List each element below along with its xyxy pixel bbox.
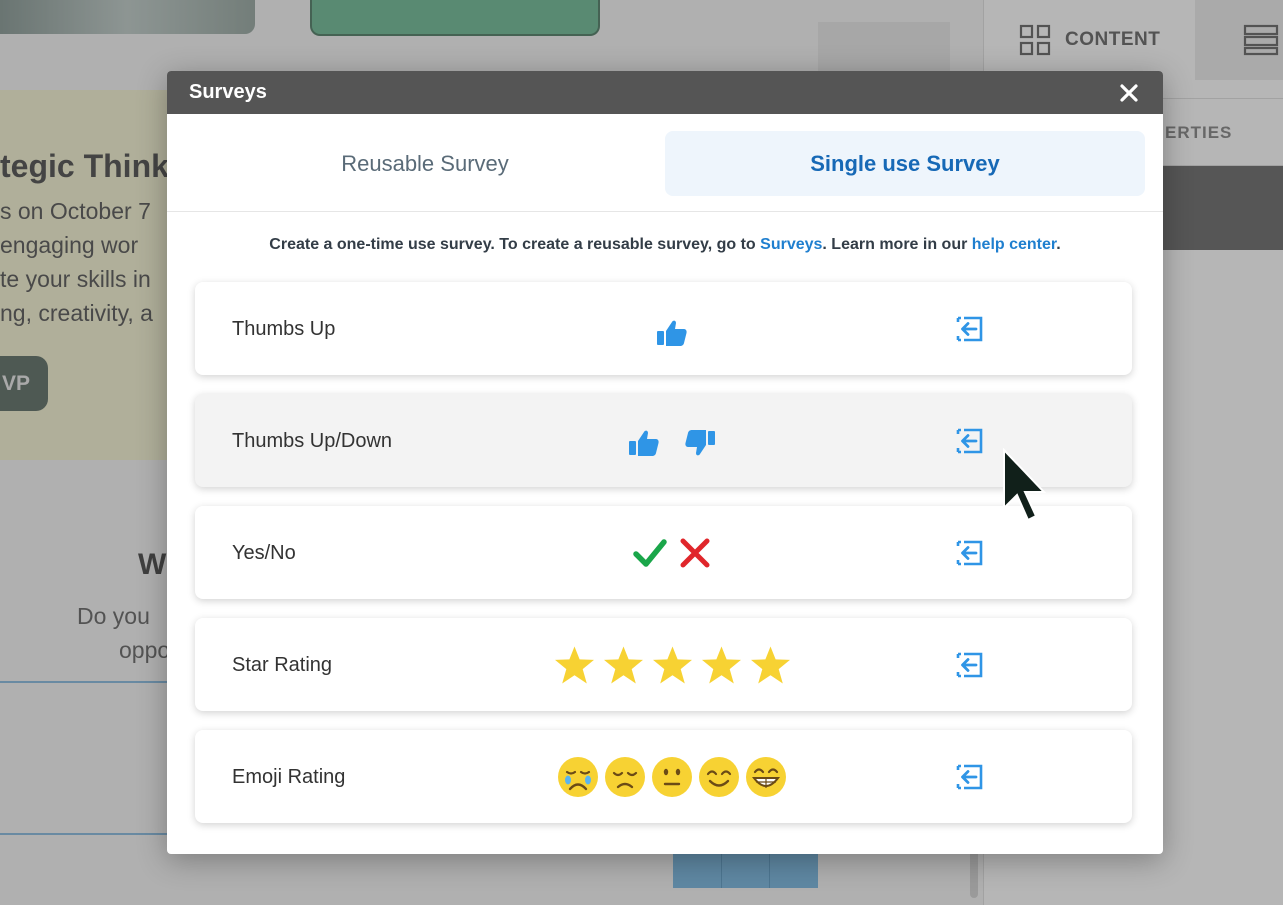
close-icon — [1120, 83, 1138, 102]
insert-icon — [956, 764, 983, 789]
survey-label: Thumbs Up/Down — [232, 430, 393, 452]
insert-icon — [956, 652, 983, 677]
thumbs-up-icon — [657, 320, 687, 346]
survey-label: Emoji Rating — [232, 766, 346, 788]
survey-row-yes-no[interactable]: Yes/No — [195, 506, 1132, 599]
star-icon — [603, 646, 643, 683]
insert-icon — [956, 316, 983, 341]
survey-row-emoji-rating[interactable]: Emoji Rating — [195, 730, 1132, 823]
neutral-emoji-icon — [652, 756, 692, 797]
insert-survey-button[interactable] — [955, 282, 985, 375]
insert-survey-button[interactable] — [955, 618, 985, 711]
star-icon — [652, 646, 692, 683]
survey-label: Yes/No — [232, 542, 296, 564]
crying-emoji-icon — [558, 756, 598, 797]
survey-row-thumbs-up[interactable]: Thumbs Up — [195, 282, 1132, 375]
star-icon — [554, 646, 594, 683]
survey-label: Star Rating — [232, 654, 333, 676]
surveys-link[interactable]: Surveys — [760, 236, 822, 253]
modal-header: Surveys — [167, 71, 1163, 114]
survey-type-tabs: Reusable Survey Single use Survey — [167, 114, 1163, 212]
smile-emoji-icon — [699, 756, 739, 797]
survey-label: Thumbs Up — [232, 318, 336, 340]
insert-icon — [956, 428, 983, 453]
tab-single-use-survey[interactable]: Single use Survey — [665, 131, 1145, 196]
help-center-link[interactable]: help center — [972, 236, 1056, 253]
survey-row-thumbs-up-down[interactable]: Thumbs Up/Down — [195, 394, 1132, 487]
survey-list: Thumbs Up Thumbs Up/Down Yes/No Star Rat… — [167, 254, 1163, 823]
modal-title: Surveys — [189, 81, 267, 103]
thumbs-up-icon — [629, 430, 659, 456]
thumbs-down-icon — [685, 429, 715, 455]
x-icon — [680, 538, 710, 567]
star-icon — [750, 646, 790, 683]
insert-survey-button[interactable] — [955, 730, 985, 823]
survey-row-star-rating[interactable]: Star Rating — [195, 618, 1132, 711]
surveys-modal: Surveys Reusable Survey Single use Surve… — [167, 71, 1163, 854]
insert-survey-button[interactable] — [955, 394, 985, 487]
check-icon — [633, 538, 667, 567]
sad-emoji-icon — [605, 756, 645, 797]
grin-emoji-icon — [746, 756, 786, 797]
insert-icon — [956, 540, 983, 565]
close-button[interactable] — [1117, 81, 1141, 105]
insert-survey-button[interactable] — [955, 506, 985, 599]
intro-text: Create a one-time use survey. To create … — [269, 236, 1061, 253]
star-icon — [701, 646, 741, 683]
tab-reusable-survey[interactable]: Reusable Survey — [185, 131, 665, 196]
